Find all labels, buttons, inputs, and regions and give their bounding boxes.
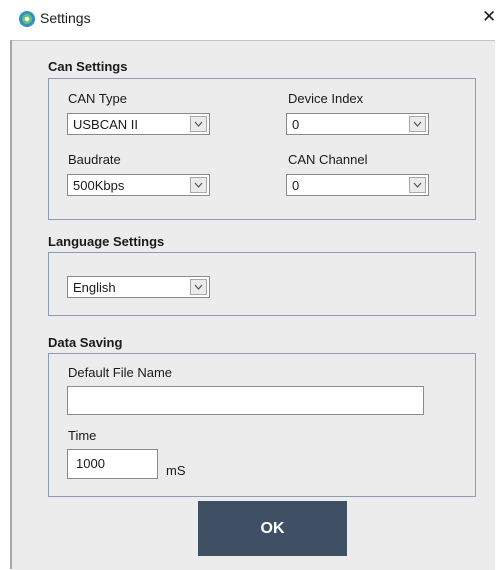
ok-button[interactable]: OK — [198, 501, 347, 556]
time-input[interactable]: 1000 — [67, 449, 158, 479]
language-settings-title: Language Settings — [48, 234, 165, 249]
time-value: 1000 — [76, 456, 105, 471]
dialog-body: Can Settings CAN Type USBCAN II Device I… — [12, 40, 495, 570]
file-name-input[interactable] — [67, 386, 424, 415]
chevron-down-icon[interactable] — [409, 116, 426, 132]
can-settings-title: Can Settings — [48, 59, 128, 74]
language-value: English — [73, 280, 116, 295]
window-title: Settings — [40, 10, 91, 26]
can-type-select[interactable]: USBCAN II — [67, 113, 210, 135]
close-icon[interactable]: ✕ — [482, 7, 496, 27]
can-channel-label: CAN Channel — [288, 152, 368, 167]
device-index-value: 0 — [292, 117, 300, 132]
can-type-value: USBCAN II — [73, 117, 139, 132]
can-type-label: CAN Type — [68, 91, 128, 106]
language-select[interactable]: English — [67, 276, 210, 298]
can-channel-select[interactable]: 0 — [286, 174, 429, 196]
data-saving-title: Data Saving — [48, 335, 123, 350]
time-unit: mS — [166, 463, 186, 478]
chevron-down-icon[interactable] — [190, 279, 207, 295]
settings-app-icon — [19, 11, 35, 27]
chevron-down-icon[interactable] — [409, 177, 426, 193]
baudrate-value: 500Kbps — [73, 178, 125, 193]
chevron-down-icon[interactable] — [190, 177, 207, 193]
time-label: Time — [68, 428, 97, 443]
title-bar: Settings ✕ — [0, 0, 498, 38]
can-channel-value: 0 — [292, 178, 300, 193]
device-index-select[interactable]: 0 — [286, 113, 429, 135]
baudrate-select[interactable]: 500Kbps — [67, 174, 210, 196]
device-index-label: Device Index — [288, 91, 364, 106]
baudrate-label: Baudrate — [68, 152, 121, 167]
chevron-down-icon[interactable] — [190, 116, 207, 132]
file-name-label: Default File Name — [68, 365, 173, 380]
